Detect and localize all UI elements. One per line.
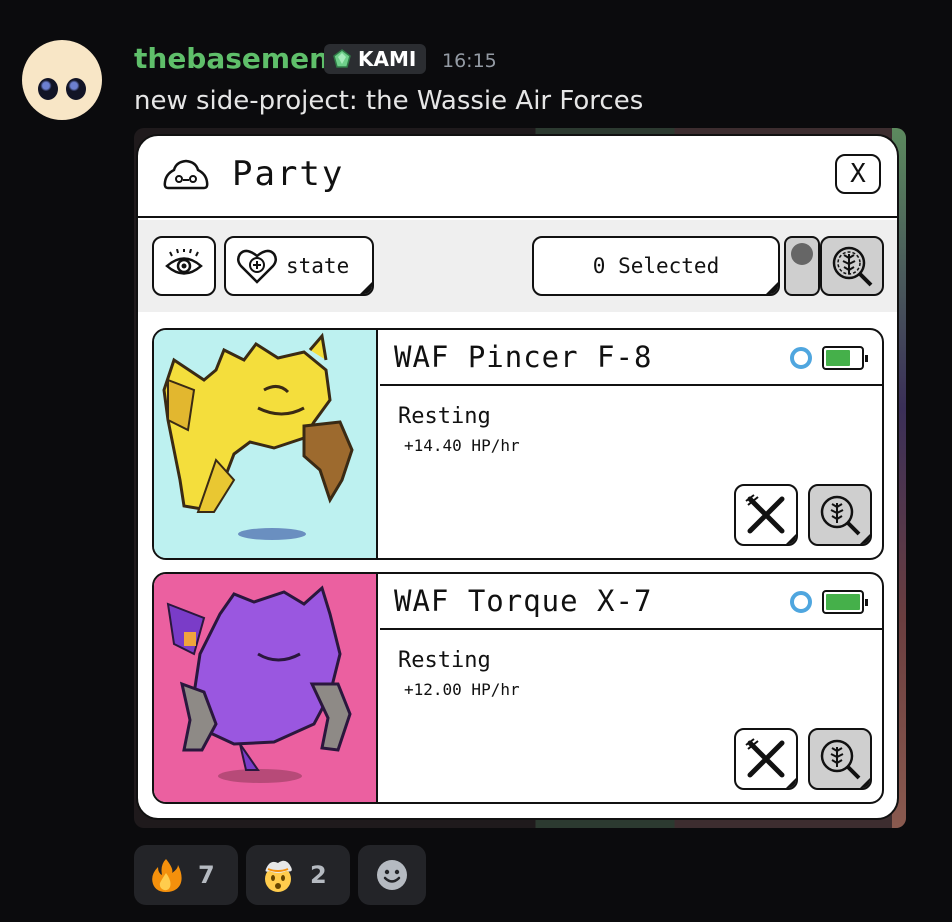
reaction-count: 2 <box>310 861 327 889</box>
kami-card[interactable]: WAF Pincer F-8 Resting +14.40 HP/hr <box>152 328 884 560</box>
selected-count[interactable]: 0 Selected <box>532 236 780 296</box>
kami-state: Resting <box>398 648 491 673</box>
button-corner <box>859 533 870 544</box>
avatar-right-eye <box>66 78 86 100</box>
kami-name: WAF Pincer F-8 <box>394 340 653 374</box>
pincer-sprite <box>162 332 354 540</box>
battery-fill <box>826 350 850 366</box>
exploding-head-icon <box>265 860 292 892</box>
button-corner <box>359 281 372 294</box>
status-ring-icon <box>790 591 812 613</box>
message-text: new side-project: the Wassie Air Forces <box>134 86 644 116</box>
view-button[interactable] <box>152 236 216 296</box>
panel-title: Party <box>232 154 345 194</box>
kami-state: Resting <box>398 404 491 429</box>
timestamp: 16:15 <box>442 50 497 72</box>
kami-gem-icon <box>333 49 351 68</box>
button-corner <box>859 777 870 788</box>
kami-hp-rate: +12.00 HP/hr <box>404 680 520 699</box>
close-button[interactable]: X <box>835 154 881 194</box>
party-panel: Party X state 0 Selected WAF Pincer F-8 … <box>136 134 899 820</box>
harvest-all-button[interactable] <box>820 236 884 296</box>
heart-plus-icon <box>237 249 277 284</box>
battery-icon <box>822 346 868 370</box>
fork-knife-icon <box>745 494 785 534</box>
kami-portrait <box>154 574 378 802</box>
toggle-knob <box>791 243 813 265</box>
state-button-label: state <box>286 254 350 278</box>
harvest-button[interactable] <box>808 484 872 546</box>
fire-icon <box>152 859 182 892</box>
kami-face-icon <box>163 159 209 190</box>
status-ring-icon <box>790 347 812 369</box>
reaction-count: 7 <box>198 861 215 889</box>
avatar-left-eye <box>38 78 58 100</box>
harvest-icon <box>820 739 861 780</box>
kami-hp-rate: +14.40 HP/hr <box>404 436 520 455</box>
harvest-icon <box>832 246 873 287</box>
add-reaction-button[interactable] <box>358 845 426 905</box>
button-corner <box>765 281 778 294</box>
kami-portrait <box>154 330 378 558</box>
fork-knife-icon <box>745 738 785 778</box>
battery-fill <box>826 594 860 610</box>
feed-button[interactable] <box>734 484 798 546</box>
harvest-icon <box>820 495 861 536</box>
kami-name-row: WAF Pincer F-8 <box>380 330 882 386</box>
reaction-fire[interactable]: 7 <box>134 845 238 905</box>
user-avatar[interactable] <box>22 40 102 120</box>
panel-header: Party X <box>138 136 897 218</box>
button-corner <box>785 533 796 544</box>
server-tag-label: KAMI <box>358 47 417 71</box>
torque-sprite <box>166 585 352 783</box>
state-button[interactable]: state <box>224 236 374 296</box>
reaction-exploding-head[interactable]: 2 <box>246 845 350 905</box>
server-tag[interactable]: KAMI <box>324 44 427 74</box>
smiley-icon <box>377 860 407 890</box>
battery-icon <box>822 590 868 614</box>
party-toolbar: state 0 Selected <box>138 220 897 312</box>
harvest-button[interactable] <box>808 728 872 790</box>
eye-icon <box>165 249 203 275</box>
username[interactable]: thebasement <box>134 42 342 75</box>
feed-button[interactable] <box>734 728 798 790</box>
kami-name: WAF Torque X-7 <box>394 584 653 618</box>
kami-name-row: WAF Torque X-7 <box>380 574 882 630</box>
selected-count-label: 0 Selected <box>592 254 720 278</box>
select-toggle[interactable] <box>784 236 820 296</box>
kami-card[interactable]: WAF Torque X-7 Resting +12.00 HP/hr <box>152 572 884 804</box>
button-corner <box>785 777 796 788</box>
